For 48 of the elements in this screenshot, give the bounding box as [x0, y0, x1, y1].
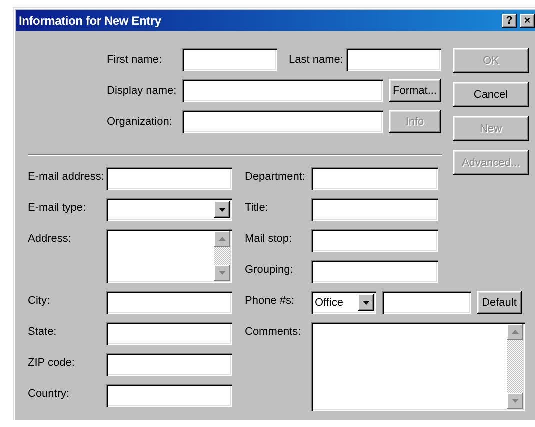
text-field[interactable]	[106, 167, 232, 190]
field-label: E-mail type:	[28, 201, 88, 216]
text-field[interactable]	[182, 79, 383, 102]
field-label: E-mail address:	[28, 170, 106, 185]
text-field[interactable]	[346, 48, 441, 71]
field-label: Title:	[245, 201, 270, 216]
field-label: Mail stop:	[245, 232, 294, 247]
field-label: Comments:	[245, 325, 302, 340]
text-field[interactable]	[106, 291, 232, 314]
text-area[interactable]	[106, 229, 232, 283]
text-field[interactable]	[382, 291, 471, 314]
down-arrow-icon	[512, 399, 518, 403]
field-label: Display name:	[107, 84, 178, 96]
button[interactable]: Cancel	[453, 82, 529, 107]
field-label: City:	[28, 294, 51, 309]
down-arrow-icon	[218, 208, 226, 212]
help-button[interactable]: ?	[502, 14, 517, 28]
text-field[interactable]	[182, 48, 277, 71]
field-label: Country:	[28, 387, 71, 402]
button[interactable]: Default	[477, 291, 522, 314]
text-field[interactable]	[106, 353, 232, 376]
field-label: Last name:	[289, 54, 341, 66]
text-field[interactable]	[311, 229, 438, 252]
field-label: Address:	[28, 232, 72, 247]
up-arrow-icon	[218, 237, 226, 241]
field-label: Department:	[245, 170, 307, 185]
close-button[interactable]: ×	[520, 14, 535, 28]
up-arrow-icon	[512, 330, 518, 334]
button[interactable]: Format...	[389, 79, 441, 102]
field-label: First name:	[107, 54, 164, 66]
scrollbar[interactable]	[507, 324, 523, 409]
window-title: Information for New Entry	[19, 14, 162, 28]
field-label: Grouping:	[245, 263, 294, 278]
down-arrow-icon	[362, 300, 370, 304]
dropdown[interactable]	[106, 198, 232, 221]
scrollbar[interactable]	[214, 231, 230, 281]
text-field[interactable]	[311, 198, 438, 221]
text-field[interactable]	[106, 322, 232, 345]
text-field[interactable]	[106, 384, 232, 407]
field-label: ZIP code:	[28, 356, 76, 371]
down-arrow-icon	[218, 271, 226, 275]
field-label: State:	[28, 325, 58, 340]
dropdown[interactable]: Office	[311, 291, 376, 314]
field-label: Phone #s:	[245, 294, 296, 309]
text-field[interactable]	[311, 167, 438, 190]
text-field[interactable]	[182, 110, 383, 133]
field-label: Organization:	[107, 116, 174, 128]
text-field[interactable]	[311, 260, 438, 283]
